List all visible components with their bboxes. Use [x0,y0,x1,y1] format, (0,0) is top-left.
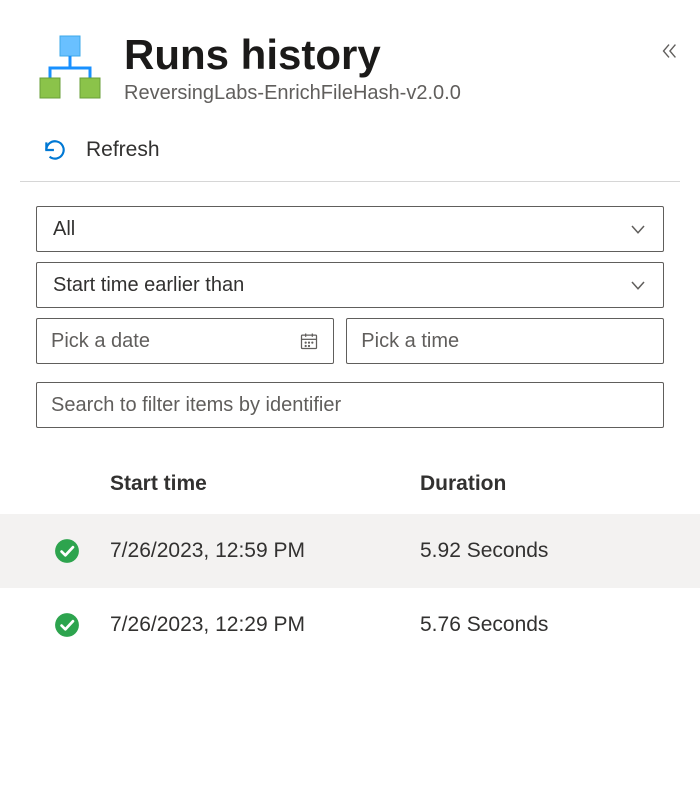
cell-duration: 5.76 Seconds [420,613,664,637]
status-success-icon [54,538,80,564]
cell-start-time: 7/26/2023, 12:29 PM [110,613,420,637]
cell-duration: 5.92 Seconds [420,539,664,563]
table-row[interactable]: 7/26/2023, 12:29 PM 5.76 Seconds [0,588,700,662]
runs-table: Start time Duration 7/26/2023, 12:59 PM … [0,454,700,662]
refresh-icon [42,137,68,163]
time-filter-value: Start time earlier than [53,274,244,297]
collapse-panel-button[interactable] [658,40,680,68]
workflow-icon [36,32,104,100]
chevron-down-icon [629,220,647,238]
status-filter-select[interactable]: All [36,206,664,252]
page-title: Runs history [124,32,664,78]
column-start-time[interactable]: Start time [110,472,420,496]
search-input[interactable] [36,382,664,428]
date-placeholder: Pick a date [51,330,150,353]
time-filter-select[interactable]: Start time earlier than [36,262,664,308]
chevron-down-icon [629,276,647,294]
date-time-row: Pick a date Pick a time [36,318,664,364]
calendar-icon [299,331,319,351]
status-success-icon [54,612,80,638]
cell-start-time: 7/26/2023, 12:59 PM [110,539,420,563]
table-row[interactable]: 7/26/2023, 12:59 PM 5.92 Seconds [0,514,700,588]
column-duration[interactable]: Duration [420,472,664,496]
time-placeholder: Pick a time [361,330,459,353]
refresh-button[interactable]: Refresh [0,123,700,181]
page-subtitle: ReversingLabs-EnrichFileHash-v2.0.0 [124,82,664,105]
filters-section: All Start time earlier than Pick a date [0,182,700,374]
search-row [0,374,700,428]
date-picker[interactable]: Pick a date [36,318,334,364]
header-text: Runs history ReversingLabs-EnrichFileHas… [124,32,664,105]
page-header: Runs history ReversingLabs-EnrichFileHas… [0,0,700,123]
status-filter-value: All [53,218,75,241]
time-picker[interactable]: Pick a time [346,318,664,364]
table-header: Start time Duration [0,454,700,514]
refresh-label: Refresh [86,138,160,162]
